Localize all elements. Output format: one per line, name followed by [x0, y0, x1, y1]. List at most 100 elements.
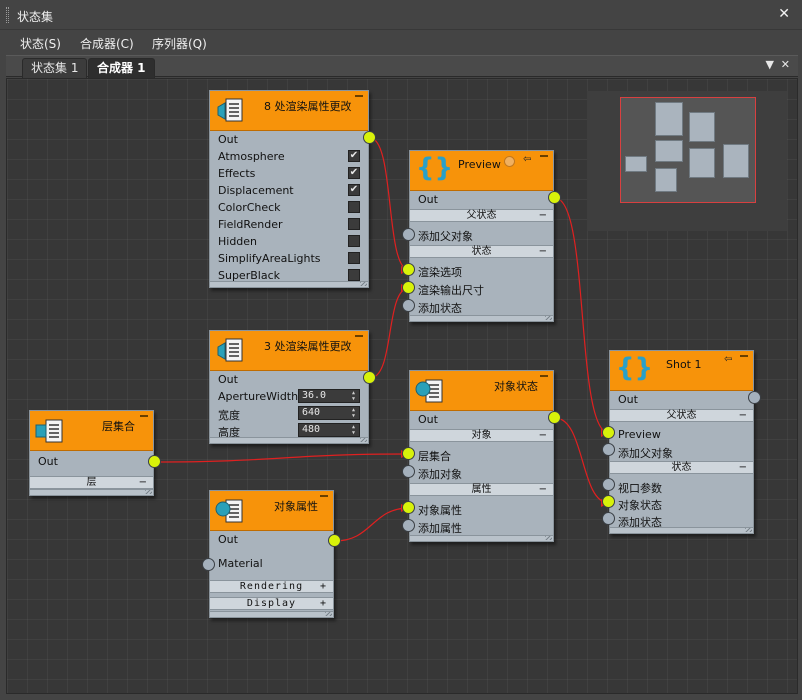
back-arrow-icon[interactable]: ⇦: [523, 154, 531, 165]
resize-grip[interactable]: [410, 535, 553, 541]
output-socket-object-state[interactable]: [548, 411, 561, 424]
checkbox-superblack[interactable]: [348, 269, 360, 281]
input-socket-viewport-params[interactable]: [602, 478, 615, 491]
section-attribute[interactable]: 属性 −: [410, 483, 553, 496]
resize-grip[interactable]: [210, 611, 333, 617]
input-label: 层集合: [418, 450, 451, 463]
width-spinner[interactable]: 640: [298, 406, 360, 420]
minimap-viewport[interactable]: [620, 97, 756, 203]
input-socket-material[interactable]: [202, 558, 215, 571]
checkbox-simplifyarealights[interactable]: [348, 252, 360, 264]
input-socket-add-state[interactable]: [602, 512, 615, 525]
checkbox-displacement[interactable]: ✔: [348, 184, 360, 196]
back-arrow-icon[interactable]: ⇦: [724, 354, 732, 365]
input-socket-add-state[interactable]: [402, 299, 415, 312]
section-label: 父状态: [466, 210, 497, 221]
input-socket-add-parent[interactable]: [602, 443, 615, 456]
section-layer[interactable]: 层 −: [30, 476, 153, 489]
node-preview[interactable]: {} Preview ⇦ Out 父状态 − 添加父对象 状态 − 渲染选项 渲染输…: [409, 150, 554, 322]
minimize-icon[interactable]: [320, 495, 328, 497]
minimize-icon[interactable]: [355, 95, 363, 97]
menu-state[interactable]: 状态(S): [20, 35, 61, 52]
prop-row-simplifyarealights: SimplifyAreaLights: [210, 250, 368, 267]
output-socket-object-attribute[interactable]: [328, 534, 341, 547]
node-render-props-3[interactable]: 3 处渲染属性更改 Out ApertureWidth 36.0 宽度 640 …: [209, 330, 369, 444]
checkbox-atmosphere[interactable]: ✔: [348, 150, 360, 162]
output-socket-shot-1[interactable]: [748, 391, 761, 404]
output-socket-render8[interactable]: [363, 131, 376, 144]
output-socket-preview[interactable]: [548, 191, 561, 204]
node-header[interactable]: 层集合: [30, 411, 153, 451]
node-header[interactable]: 对象属性: [210, 491, 333, 531]
menu-compositor[interactable]: 合成器(C): [80, 35, 134, 52]
node-render-props-8[interactable]: 8 处渲染属性更改 Out Atmosphere ✔ Effects ✔ Dis…: [209, 90, 369, 288]
input-row-add-state: 添加状态: [410, 298, 553, 315]
section-display[interactable]: Display +: [210, 597, 333, 610]
aperture-width-spinner[interactable]: 36.0: [298, 389, 360, 403]
out-label: Out: [38, 455, 58, 468]
section-rendering[interactable]: Rendering +: [210, 580, 333, 593]
section-parent-state[interactable]: 父状态 −: [410, 209, 553, 222]
tab-state-set-1[interactable]: 状态集 1: [22, 58, 88, 78]
checkbox-fieldrender[interactable]: [348, 218, 360, 230]
input-socket-render-options[interactable]: [402, 263, 415, 276]
node-header[interactable]: {} Preview ⇦: [410, 151, 553, 191]
node-header[interactable]: 3 处渲染属性更改: [210, 331, 368, 371]
input-socket-add-parent[interactable]: [402, 228, 415, 241]
dropdown-arrow-icon[interactable]: ▼: [766, 58, 774, 71]
minimize-icon[interactable]: [740, 355, 748, 357]
checkbox-effects[interactable]: ✔: [348, 167, 360, 179]
node-header[interactable]: 8 处渲染属性更改: [210, 91, 368, 131]
prop-row-aperturewidth: ApertureWidth 36.0: [210, 388, 368, 405]
minimize-icon[interactable]: [140, 415, 148, 417]
minimize-icon[interactable]: [355, 335, 363, 337]
input-socket-object-state[interactable]: [602, 495, 615, 508]
prop-label: Effects: [218, 167, 256, 180]
prop-row-displacement: Displacement ✔: [210, 182, 368, 199]
menu-sequencer[interactable]: 序列器(Q): [152, 35, 207, 52]
input-row-object-state: 对象状态: [610, 495, 753, 512]
resize-grip[interactable]: [610, 527, 753, 533]
input-label: 添加对象: [418, 468, 462, 481]
resize-grip[interactable]: [210, 437, 368, 443]
node-header[interactable]: {} Shot 1 ⇦: [610, 351, 753, 391]
checkbox-hidden[interactable]: [348, 235, 360, 247]
minimize-icon[interactable]: [540, 375, 548, 377]
layer-list-icon: [35, 419, 63, 443]
node-object-attribute[interactable]: 对象属性 Out Material Rendering + Display +: [209, 490, 334, 618]
checkbox-colorcheck[interactable]: [348, 201, 360, 213]
section-parent-state[interactable]: 父状态 −: [610, 409, 753, 422]
drag-grip-icon[interactable]: [6, 7, 9, 23]
close-tab-icon[interactable]: ✕: [781, 58, 790, 71]
section-state[interactable]: 状态 −: [610, 461, 753, 474]
tab-compositor-1[interactable]: 合成器 1: [88, 58, 155, 78]
node-shot-1[interactable]: {} Shot 1 ⇦ Out 父状态 − Preview 添加父对象 状态 − 视…: [609, 350, 754, 534]
record-icon[interactable]: [504, 156, 515, 167]
node-header[interactable]: 对象状态: [410, 371, 553, 411]
input-socket-preview[interactable]: [602, 426, 615, 439]
input-socket-add-object[interactable]: [402, 465, 415, 478]
out-label: Out: [218, 533, 238, 546]
close-icon[interactable]: ✕: [778, 6, 790, 22]
minimize-icon[interactable]: [540, 155, 548, 157]
height-spinner[interactable]: 480: [298, 423, 360, 437]
section-object[interactable]: 对象 −: [410, 429, 553, 442]
out-label: Out: [218, 133, 238, 146]
input-socket-render-output-size[interactable]: [402, 281, 415, 294]
section-state[interactable]: 状态 −: [410, 245, 553, 258]
node-layer-set[interactable]: 层集合 Out 层 −: [29, 410, 154, 496]
resize-grip[interactable]: [210, 281, 368, 287]
input-socket-layer-set[interactable]: [402, 447, 415, 460]
minimap-node: [655, 140, 683, 162]
resize-grip[interactable]: [410, 315, 553, 321]
input-socket-object-attribute[interactable]: [402, 501, 415, 514]
prop-label: SimplifyAreaLights: [218, 252, 321, 265]
output-socket-render3[interactable]: [363, 371, 376, 384]
input-row-render-output-size: 渲染输出尺寸: [410, 280, 553, 297]
output-socket-layer-set[interactable]: [148, 455, 161, 468]
node-object-state[interactable]: 对象状态 Out 对象 − 层集合 添加对象 属性 − 对象属性 添加属性: [409, 370, 554, 542]
render-settings-icon: [217, 98, 243, 122]
input-socket-add-attribute[interactable]: [402, 519, 415, 532]
navigator-minimap[interactable]: [587, 91, 787, 231]
resize-grip[interactable]: [30, 489, 153, 495]
